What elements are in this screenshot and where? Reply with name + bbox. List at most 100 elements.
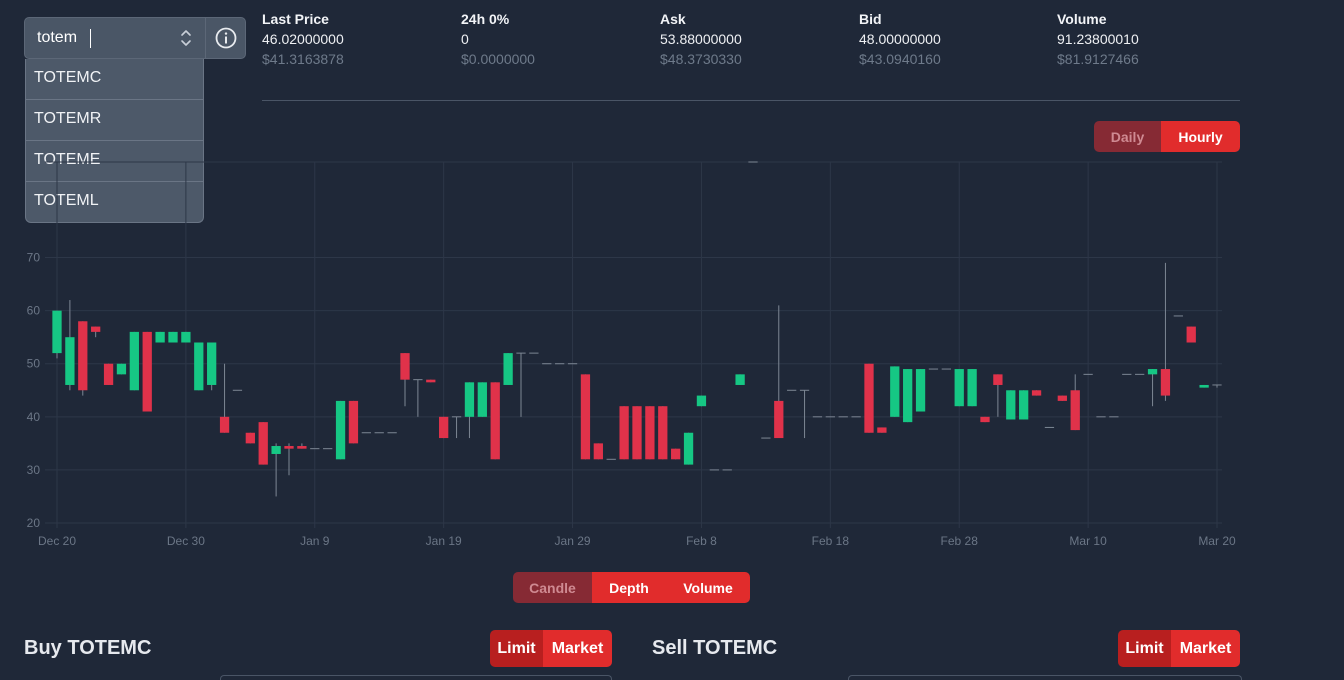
candle — [219, 363, 230, 433]
candle-body — [439, 416, 449, 439]
candle — [967, 369, 977, 407]
buy-market-button[interactable]: Market — [543, 630, 612, 667]
candle-body — [1031, 390, 1042, 396]
select-arrows-icon[interactable] — [177, 26, 195, 50]
sell-title: Sell TOTEMC — [652, 637, 778, 659]
candle — [1019, 390, 1029, 420]
stat-usd-value: $0.0000000 — [461, 51, 535, 67]
y-tick-label: 50 — [27, 357, 41, 371]
stat-usd-value: $43.0940160 — [859, 51, 941, 67]
candle-body — [65, 337, 75, 385]
candle-body — [993, 374, 1003, 385]
candle-body — [980, 416, 990, 423]
sell-limit-button[interactable]: Limit — [1118, 630, 1171, 667]
stat-usd-value: $81.9127466 — [1057, 51, 1139, 67]
candle-body — [142, 331, 152, 412]
stat-label: Ask — [660, 11, 686, 27]
candle-body — [658, 406, 668, 460]
stat-value: 0 — [461, 31, 469, 47]
candle — [129, 331, 139, 391]
candle — [258, 422, 268, 465]
candle — [181, 331, 191, 343]
volume-tab[interactable]: Volume — [666, 572, 750, 603]
stat-usd-value: $48.3730330 — [660, 51, 742, 67]
candle-body — [696, 395, 707, 407]
x-tick-label: Mar 20 — [1198, 534, 1236, 548]
buy-limit-button[interactable]: Limit — [490, 630, 543, 667]
chart-grid — [45, 161, 1222, 528]
candle — [954, 369, 964, 407]
candle-body — [967, 369, 977, 407]
stat-value: 53.88000000 — [660, 31, 742, 47]
candle — [890, 366, 900, 417]
candle-body — [877, 427, 887, 433]
market-search — [24, 17, 246, 59]
candle-body — [1057, 395, 1067, 401]
candle — [1160, 262, 1171, 401]
candle-body — [1070, 390, 1080, 431]
candle-body — [1199, 384, 1209, 388]
stat-usd-value: $41.3163878 — [262, 51, 344, 67]
candle-body — [503, 353, 513, 385]
candle-body — [1186, 326, 1196, 343]
candle-body — [632, 406, 642, 460]
header-divider — [262, 100, 1240, 101]
hourly-button[interactable]: Hourly — [1161, 121, 1240, 152]
candle — [207, 342, 217, 391]
info-button[interactable] — [205, 18, 246, 58]
candle — [348, 400, 359, 444]
candle — [774, 305, 784, 439]
candle-body — [1019, 390, 1029, 420]
candle-body — [91, 326, 101, 332]
candle-body — [194, 342, 204, 391]
candle — [155, 331, 165, 343]
candle-body — [954, 369, 964, 407]
candle-body — [181, 331, 191, 343]
candle-tab[interactable]: Candle — [513, 572, 592, 603]
stat-label: Last Price — [262, 11, 329, 27]
daily-button[interactable]: Daily — [1094, 121, 1161, 152]
candle — [645, 406, 655, 460]
x-tick-label: Feb 18 — [812, 534, 850, 548]
stat-label: Bid — [859, 11, 882, 27]
candle-body — [168, 331, 178, 343]
candle — [400, 353, 410, 407]
candle — [477, 382, 487, 417]
candle-body — [683, 432, 694, 465]
stat-ask: Ask 53.88000000 $48.3730330 — [660, 9, 850, 69]
y-tick-label: 70 — [27, 251, 41, 265]
stat-label: 24h 0% — [461, 11, 510, 27]
candle — [683, 432, 694, 465]
candle — [426, 379, 436, 383]
suggestion-item[interactable]: TOTEMC — [26, 59, 203, 100]
candle-body — [400, 353, 410, 380]
candle-body — [207, 342, 217, 385]
candle — [1006, 390, 1016, 420]
candle — [297, 443, 307, 449]
candle-body — [593, 443, 603, 460]
candle-body — [477, 382, 487, 417]
candle-body — [890, 366, 900, 417]
candle — [980, 416, 990, 423]
suggestion-item[interactable]: TOTEMR — [26, 100, 203, 141]
sell-market-button[interactable]: Market — [1171, 630, 1240, 667]
candle-body — [671, 448, 681, 460]
candle-body — [464, 382, 475, 417]
candle-body — [52, 310, 62, 354]
x-tick-label: Feb 8 — [686, 534, 717, 548]
candle — [91, 326, 101, 338]
candle-body — [219, 416, 230, 433]
stat-value: 48.00000000 — [859, 31, 941, 47]
x-tick-label: Dec 20 — [38, 534, 76, 548]
candlestick-chart: 20 30 40 50 60 70 Dec 20 Dec 30 Jan 9 Jan 19 Jan 2… — [27, 161, 1236, 548]
candle — [903, 369, 913, 423]
candle — [464, 382, 475, 439]
candle — [619, 406, 629, 460]
candle — [593, 443, 603, 460]
candle — [696, 395, 707, 407]
candle — [451, 416, 462, 439]
candle-body — [1147, 369, 1158, 375]
depth-tab[interactable]: Depth — [592, 572, 666, 603]
candle — [671, 448, 681, 460]
candle — [1031, 390, 1042, 396]
